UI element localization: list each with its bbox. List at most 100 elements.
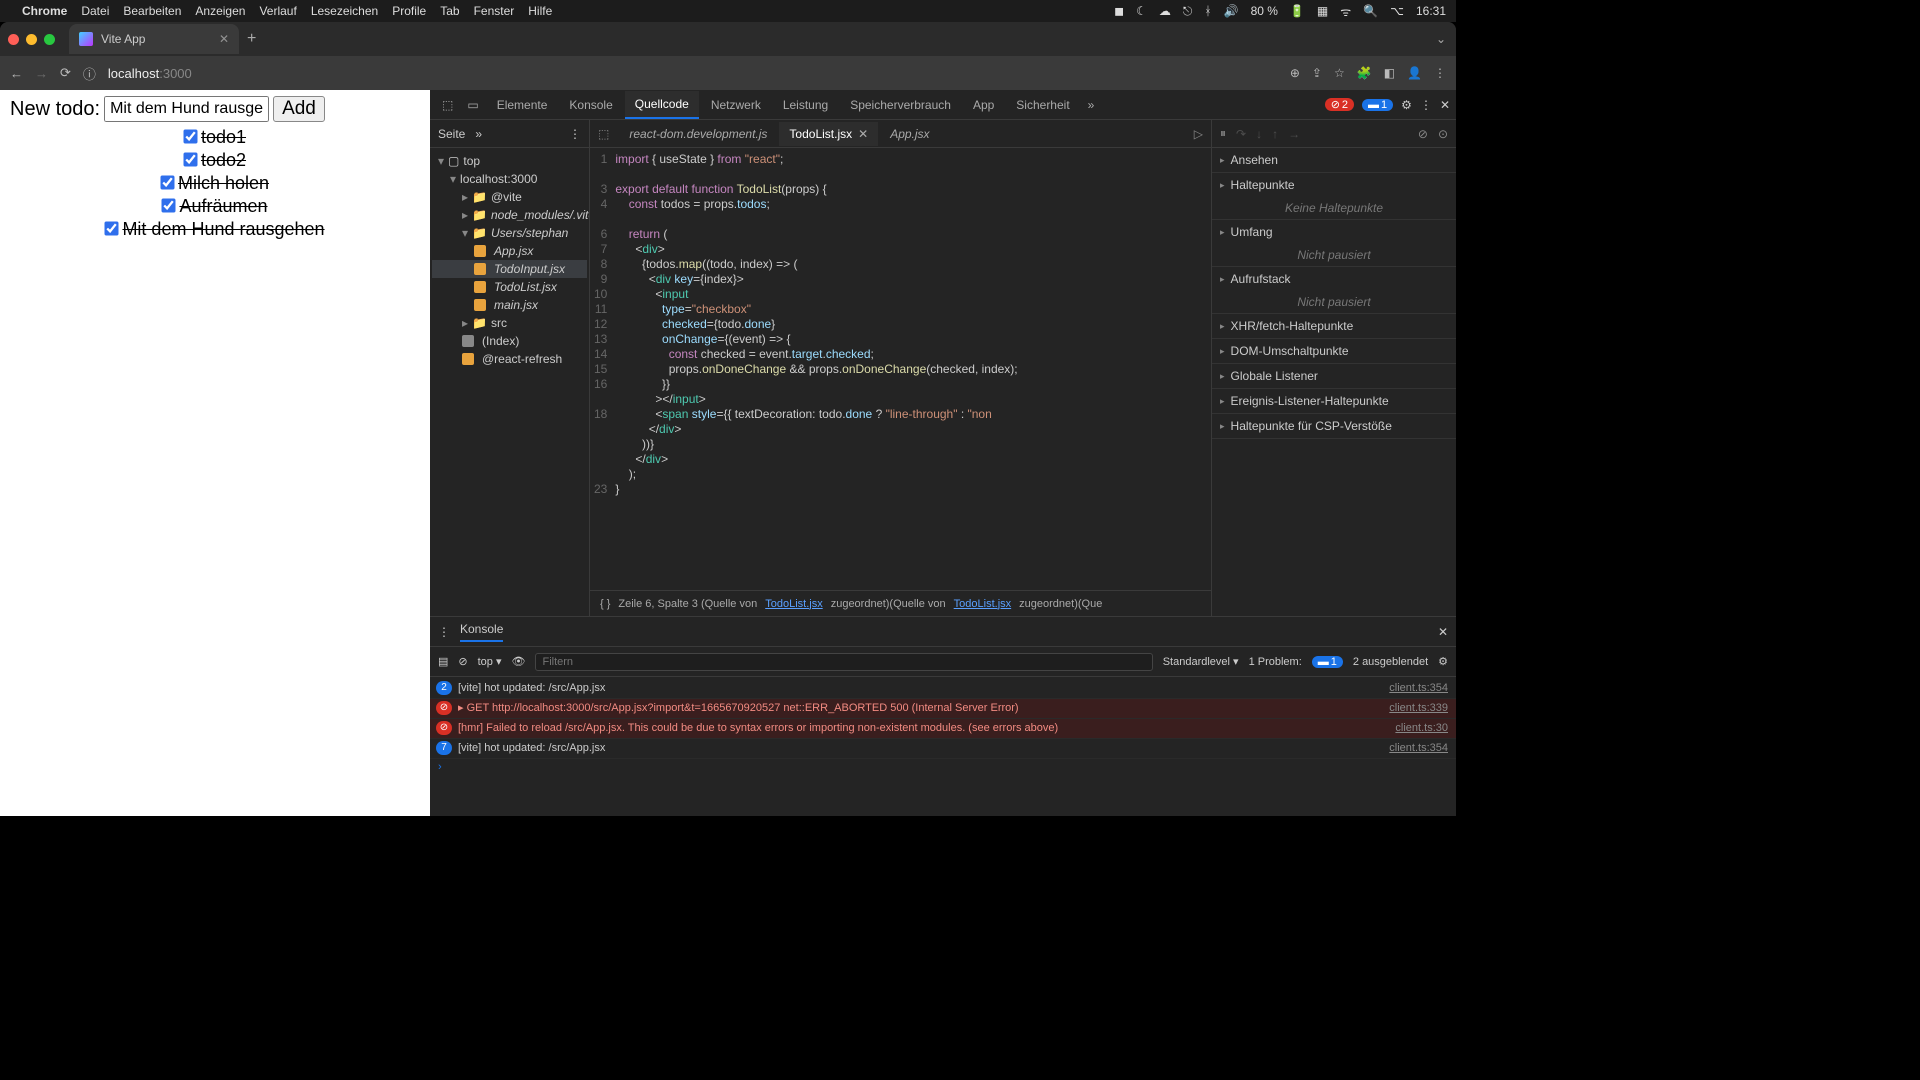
back-button[interactable]: ←	[10, 66, 23, 81]
level-select[interactable]: Standardlevel ▾	[1163, 655, 1239, 668]
extensions-icon[interactable]: 🧩	[1357, 66, 1372, 80]
todo-checkbox[interactable]	[160, 175, 174, 189]
status-icon[interactable]: ◼	[1114, 4, 1124, 18]
devtools-tab[interactable]: Elemente	[487, 92, 558, 118]
source-link[interactable]: TodoList.jsx	[765, 598, 822, 610]
new-todo-input[interactable]	[104, 96, 269, 122]
console-log[interactable]: 2client.ts:354[vite] hot updated: /src/A…	[430, 679, 1456, 699]
control-center-icon[interactable]: ⌥	[1390, 4, 1404, 18]
tree-top[interactable]: ▢ top	[432, 152, 587, 170]
tree-file[interactable]: main.jsx	[432, 296, 587, 314]
todo-checkbox[interactable]	[105, 221, 119, 235]
code-editor[interactable]: 1346789101112131415161823 import { useSt…	[590, 148, 1211, 590]
profile-icon[interactable]: 👤	[1407, 66, 1422, 80]
step-out-icon[interactable]: ↑	[1272, 127, 1278, 141]
clock[interactable]: 16:31	[1416, 4, 1446, 18]
run-icon[interactable]: ▷	[1194, 127, 1203, 141]
maximize-window-button[interactable]	[44, 34, 55, 45]
debug-panel-header[interactable]: Ansehen	[1212, 148, 1456, 172]
close-devtools-icon[interactable]: ✕	[1440, 98, 1450, 112]
menu-item[interactable]: Datei	[81, 4, 109, 18]
devtools-tab[interactable]: Netzwerk	[701, 92, 771, 118]
context-select[interactable]: top ▾	[478, 655, 502, 668]
bluetooth-icon[interactable]: ᚼ	[1204, 4, 1211, 18]
debug-panel-header[interactable]: XHR/fetch-Haltepunkte	[1212, 314, 1456, 338]
browser-tab[interactable]: Vite App ✕	[69, 24, 239, 54]
log-source[interactable]: client.ts:339	[1389, 701, 1448, 716]
settings-icon[interactable]: ⚙	[1438, 655, 1448, 668]
moon-icon[interactable]: ☾	[1136, 4, 1147, 18]
status-icon[interactable]: ☁	[1159, 4, 1171, 18]
tree-host[interactable]: localhost:3000	[432, 170, 587, 188]
app-name[interactable]: Chrome	[22, 4, 67, 18]
close-file-icon[interactable]: ✕	[858, 127, 868, 141]
log-source[interactable]: client.ts:354	[1389, 681, 1448, 696]
hidden-label[interactable]: 2 ausgeblendet	[1353, 656, 1428, 668]
file-tab-active[interactable]: TodoList.jsx✕	[779, 122, 878, 146]
search-icon[interactable]: 🔍	[1363, 4, 1378, 18]
debug-panel-header[interactable]: Umfang	[1212, 220, 1456, 244]
menu-item[interactable]: Bearbeiten	[123, 4, 181, 18]
step-over-icon[interactable]: ↷	[1236, 127, 1246, 141]
todo-checkbox[interactable]	[162, 198, 176, 212]
tree-file[interactable]: (Index)	[432, 332, 587, 350]
step-into-icon[interactable]: ↓	[1256, 127, 1262, 141]
status-icon[interactable]: ⎋	[1183, 4, 1193, 19]
file-tab[interactable]: App.jsx	[880, 122, 939, 146]
add-button[interactable]: Add	[273, 96, 325, 122]
menu-item[interactable]: Tab	[440, 4, 459, 18]
issues-badge[interactable]: ▬1	[1312, 656, 1343, 668]
debug-panel-header[interactable]: Ereignis-Listener-Haltepunkte	[1212, 389, 1456, 413]
devtools-tab-active[interactable]: Quellcode	[625, 91, 699, 119]
menu-item[interactable]: Verlauf	[259, 4, 296, 18]
reload-button[interactable]: ⟳	[60, 65, 71, 81]
more-icon[interactable]: ⋮	[1420, 98, 1432, 112]
pause-on-exc-icon[interactable]: ⊙	[1438, 127, 1448, 141]
battery-icon[interactable]: 🔋	[1290, 4, 1305, 18]
tree-folder[interactable]: 📁 node_modules/.vite/deps	[432, 206, 587, 224]
console-error[interactable]: ⊘client.ts:339▸ GET http://localhost:300…	[430, 699, 1456, 719]
tree-folder[interactable]: 📁 @vite	[432, 188, 587, 206]
todo-checkbox[interactable]	[183, 152, 197, 166]
search-icon[interactable]: ⊕	[1290, 66, 1300, 80]
menu-item[interactable]: Anzeigen	[195, 4, 245, 18]
tree-file[interactable]: App.jsx	[432, 242, 587, 260]
issues-badge[interactable]: ▬1	[1362, 99, 1393, 111]
console-error[interactable]: ⊘client.ts:30[hmr] Failed to reload /src…	[430, 719, 1456, 739]
console-tab-label[interactable]: Konsole	[460, 622, 503, 642]
tree-folder[interactable]: 📁 src	[432, 314, 587, 332]
deactivate-bp-icon[interactable]: ⊘	[1418, 127, 1428, 141]
file-tab[interactable]: react-dom.development.js	[619, 122, 777, 146]
console-prompt[interactable]: ›	[430, 759, 1456, 775]
console-filter-input[interactable]	[535, 653, 1152, 671]
more-icon[interactable]: ⋮	[438, 625, 450, 639]
tree-folder[interactable]: 📁 Users/stephan	[432, 224, 587, 242]
sources-tab[interactable]: Seite	[438, 127, 465, 141]
more-tabs-icon[interactable]: »	[475, 127, 482, 141]
share-icon[interactable]: ⇪	[1312, 66, 1322, 80]
step-icon[interactable]: →	[1288, 127, 1300, 141]
status-icon[interactable]: ▦	[1317, 4, 1328, 18]
error-badge[interactable]: ⊘2	[1325, 98, 1354, 111]
debug-panel-header[interactable]: Globale Listener	[1212, 364, 1456, 388]
settings-icon[interactable]: ⚙	[1401, 98, 1412, 112]
sidepanel-icon[interactable]: ◧	[1384, 66, 1395, 80]
console-log[interactable]: 7client.ts:354[vite] hot updated: /src/A…	[430, 739, 1456, 759]
menu-item[interactable]: Fenster	[474, 4, 515, 18]
tree-file[interactable]: @react-refresh	[432, 350, 587, 368]
devtools-tab[interactable]: Konsole	[559, 92, 622, 118]
volume-icon[interactable]: 🔊	[1224, 4, 1239, 18]
new-tab-button[interactable]: +	[247, 30, 256, 48]
menu-item[interactable]: Profile	[392, 4, 426, 18]
devtools-tab[interactable]: Sicherheit	[1006, 92, 1079, 118]
menu-item[interactable]: Lesezeichen	[311, 4, 378, 18]
pause-icon[interactable]: ⏸	[1220, 126, 1226, 141]
more-icon[interactable]: ⋮	[569, 127, 581, 141]
url-field[interactable]: localhost:3000	[108, 66, 1278, 81]
wifi-icon[interactable]: ᯤ	[1340, 3, 1351, 20]
clear-console-icon[interactable]: ⊘	[458, 655, 467, 668]
debug-panel-header[interactable]: DOM-Umschaltpunkte	[1212, 339, 1456, 363]
eye-icon[interactable]: 👁	[512, 655, 526, 668]
bookmark-icon[interactable]: ☆	[1334, 66, 1345, 80]
site-info-icon[interactable]: ⓘ	[83, 64, 96, 83]
